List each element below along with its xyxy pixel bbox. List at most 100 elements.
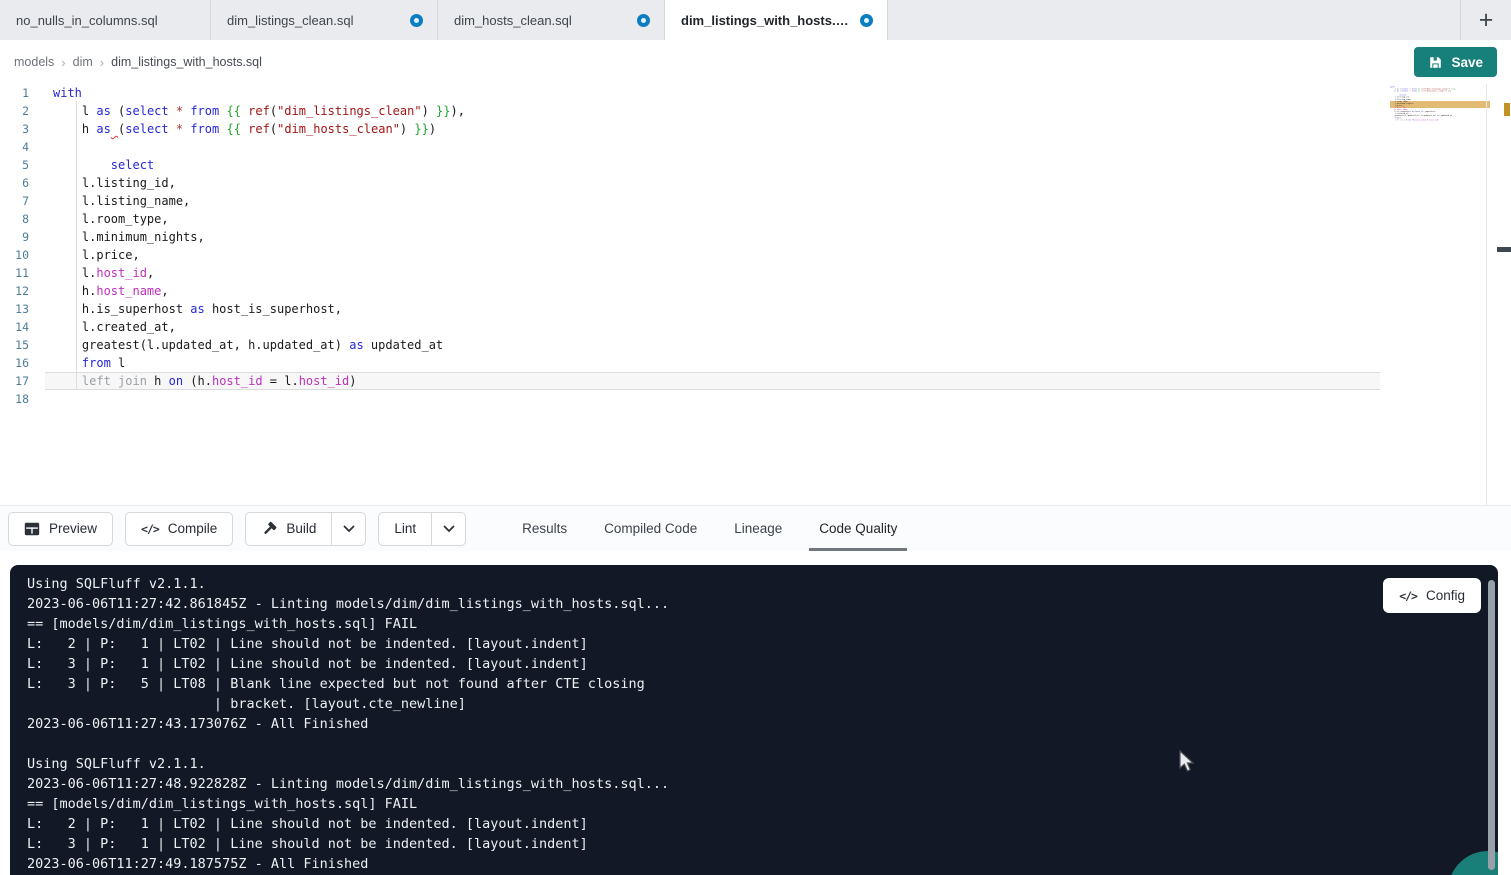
- build-button[interactable]: Build: [246, 513, 331, 545]
- scrollbar-position-marker: [1497, 247, 1511, 252]
- code-line[interactable]: 18: [0, 390, 1511, 408]
- code-editor[interactable]: 1 with 2 l as (select * from {{ ref("dim_l…: [0, 84, 1511, 505]
- modified-indicator-icon[interactable]: [860, 14, 873, 27]
- plus-icon: +: [1479, 8, 1494, 33]
- breadcrumb-bar: models›dim›dim_listings_with_hosts.sql S…: [0, 40, 1511, 84]
- modified-indicator-icon[interactable]: [637, 14, 650, 27]
- code-line[interactable]: 10 l.price,: [0, 246, 1511, 264]
- code-text: l as (select * from {{ ref("dim_listings…: [45, 102, 1380, 120]
- file-tab[interactable]: dim_listings_with_hosts.sql: [665, 0, 888, 40]
- table-grid-icon: [24, 522, 40, 536]
- build-dropdown-button[interactable]: [331, 513, 365, 545]
- code-token: host_is_superhost,: [1414, 111, 1436, 113]
- panel-tab-compiled-code[interactable]: Compiled Code: [604, 506, 697, 551]
- panel-tab-code-quality[interactable]: Code Quality: [819, 506, 897, 551]
- breadcrumb-item[interactable]: models: [14, 55, 54, 69]
- code-text: h.is_superhost as host_is_superhost,: [45, 300, 1380, 318]
- editor-scroll-annotations[interactable]: [1486, 84, 1511, 505]
- terminal-line: L: 2 | P: 1 | LT02 | Line should not be …: [27, 634, 1498, 654]
- config-label: Config: [1426, 588, 1465, 603]
- code-token: l.room_type,: [53, 212, 169, 226]
- code-line[interactable]: 12 h.host_name,: [0, 282, 1511, 300]
- terminal-line: 2023-06-06T11:27:42.861845Z - Linting mo…: [27, 594, 1498, 614]
- code-line[interactable]: 7 l.listing_name,: [0, 192, 1511, 210]
- code-token: [53, 158, 111, 172]
- terminal-line: 2023-06-06T11:27:43.173076Z - All Finish…: [27, 714, 1498, 734]
- code-token: [111, 122, 118, 136]
- code-line[interactable]: 9 l.minimum_nights,: [0, 228, 1511, 246]
- code-token: select: [125, 122, 168, 136]
- config-button[interactable]: </> Config: [1383, 578, 1481, 613]
- code-token: with: [53, 86, 82, 100]
- code-text: [45, 390, 1380, 408]
- new-tab-button[interactable]: +: [1460, 0, 1511, 40]
- breadcrumb-item[interactable]: dim: [73, 55, 93, 69]
- terminal-scrollbar[interactable]: [1488, 580, 1495, 870]
- code-token: (: [270, 122, 277, 136]
- code-line[interactable]: 5 select: [0, 156, 1511, 174]
- code-token: host_name: [96, 284, 161, 298]
- code-line[interactable]: 2 l as (select * from {{ ref("dim_listin…: [0, 102, 1511, 120]
- code-line[interactable]: 4: [0, 138, 1511, 156]
- lint-dropdown-button[interactable]: [431, 513, 465, 545]
- save-button[interactable]: Save: [1414, 47, 1497, 77]
- lint-button[interactable]: Lint: [379, 513, 431, 545]
- compile-label: Compile: [168, 521, 218, 536]
- code-token: [53, 374, 82, 388]
- code-token: host_id: [96, 266, 147, 280]
- code-line[interactable]: 11 l.host_id,: [0, 264, 1511, 282]
- panel-tab-results[interactable]: Results: [522, 506, 567, 551]
- terminal-line: | bracket. [layout.cte_newline]: [27, 694, 1498, 714]
- code-token: from: [82, 356, 111, 370]
- code-token: ref: [248, 104, 270, 118]
- code-token: "dim_listings_clean": [277, 104, 422, 118]
- line-number: 2: [0, 102, 45, 120]
- panel-tab-lineage[interactable]: Lineage: [734, 506, 782, 551]
- code-token: select: [1402, 90, 1409, 92]
- file-tab[interactable]: dim_listings_clean.sql: [211, 0, 438, 40]
- code-text: l.minimum_nights,: [45, 228, 1380, 246]
- code-token: as: [96, 104, 110, 118]
- code-token: "dim_hosts_clean": [1426, 90, 1446, 92]
- code-token: [169, 122, 176, 136]
- line-number: 1: [0, 84, 45, 102]
- compile-button[interactable]: </> Compile: [125, 512, 233, 546]
- code-token: }}: [414, 122, 428, 136]
- minimap[interactable]: with l as (select * from {{ ref("dim_lis…: [1390, 86, 1490, 198]
- code-line[interactable]: 16 from l: [0, 354, 1511, 372]
- preview-button[interactable]: Preview: [8, 512, 113, 546]
- code-token: [169, 104, 176, 118]
- code-line[interactable]: 13 h.is_superhost as host_is_superhost,: [0, 300, 1511, 318]
- code-token: h: [53, 122, 96, 136]
- code-lines: 1 with 2 l as (select * from {{ ref("dim_l…: [0, 84, 1511, 408]
- code-token: as: [190, 302, 204, 316]
- code-text: l.price,: [45, 246, 1380, 264]
- modified-indicator-icon[interactable]: [410, 14, 423, 27]
- code-token: ): [429, 122, 436, 136]
- terminal-line: 2023-06-06T11:27:49.187575Z - All Finish…: [27, 854, 1498, 874]
- code-line[interactable]: 6 l.listing_id,: [0, 174, 1511, 192]
- code-line[interactable]: 15 greatest(l.updated_at, h.updated_at) …: [0, 336, 1511, 354]
- code-line[interactable]: 1 with: [0, 84, 1511, 102]
- mouse-cursor: [1176, 749, 1198, 773]
- terminal-line: [27, 734, 1498, 754]
- code-token: ): [1437, 119, 1438, 121]
- file-tab-label: no_nulls_in_columns.sql: [16, 13, 158, 28]
- file-tabs: no_nulls_in_columns.sql dim_listings_clea…: [0, 0, 888, 40]
- code-token: ref: [248, 122, 270, 136]
- file-tab-label: dim_listings_clean.sql: [227, 13, 353, 28]
- editor-toolbar: Preview </> Compile Build Lint: [0, 505, 1511, 551]
- code-line[interactable]: 17 left join h on (h.host_id = l.host_id…: [0, 372, 1511, 390]
- terminal-output: Using SQLFluff v2.1.1.2023-06-06T11:27:4…: [10, 565, 1498, 874]
- hammer-icon: [261, 521, 277, 537]
- code-line[interactable]: 3 h as (select * from {{ ref("dim_hosts_…: [0, 120, 1511, 138]
- build-split-button: Build: [245, 512, 366, 546]
- code-line[interactable]: 8 l.room_type,: [0, 210, 1511, 228]
- code-token: h.is_superhost: [53, 302, 190, 316]
- file-tab[interactable]: dim_hosts_clean.sql: [438, 0, 665, 40]
- minimap-code: with l as (select * from {{ ref("dim_lis…: [1390, 86, 1490, 123]
- code-line[interactable]: 14 l.created_at,: [0, 318, 1511, 336]
- breadcrumb-item[interactable]: dim_listings_with_hosts.sql: [111, 55, 262, 69]
- code-text: [45, 138, 1380, 156]
- file-tab[interactable]: no_nulls_in_columns.sql: [0, 0, 211, 40]
